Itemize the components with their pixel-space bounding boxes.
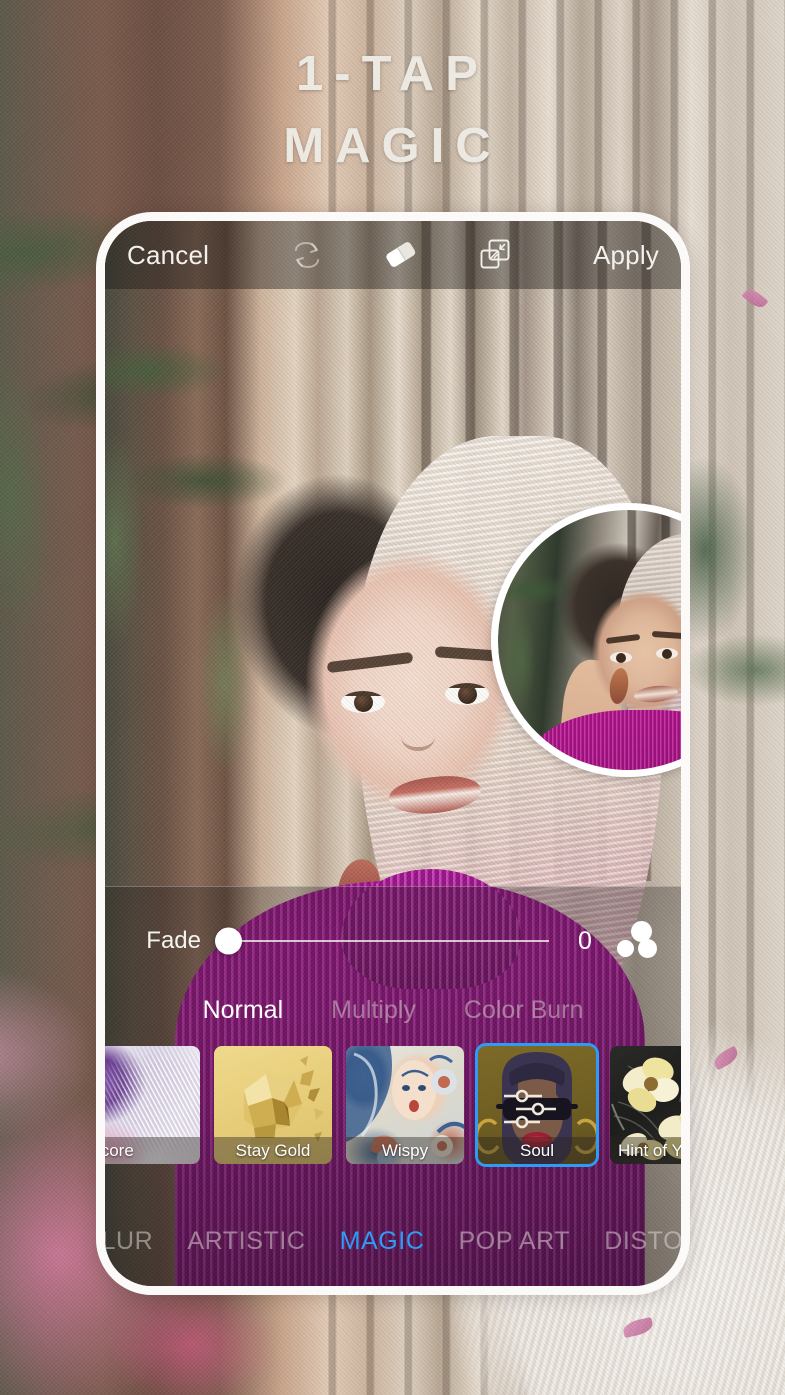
tab-pop-art[interactable]: POP ART <box>459 1227 571 1256</box>
filter-thumb-soul[interactable]: Soul <box>475 1043 599 1167</box>
tab-artistic[interactable]: ARTISTIC <box>187 1227 305 1256</box>
fade-label: Fade <box>146 927 201 954</box>
phone-screen: Cancel Apply Fade 0 Normal Multiply Colo… <box>105 221 681 1286</box>
filter-thumb-pastelcore[interactable]: tcore <box>105 1043 203 1167</box>
fade-slider-knob[interactable] <box>215 927 242 955</box>
preview-eye-right <box>656 648 678 659</box>
filter-label: tcore <box>105 1137 200 1164</box>
editor-toolbar: Cancel Apply <box>105 221 681 289</box>
filter-thumbnail-list[interactable]: tcore <box>105 1043 681 1171</box>
before-after-preview-bubble[interactable] <box>491 503 681 777</box>
blend-mode-row: Normal Multiply Color Burn <box>105 988 681 1032</box>
blend-mode-color-burn[interactable]: Color Burn <box>464 996 584 1025</box>
filter-label: Stay Gold <box>214 1137 332 1164</box>
phone-mockup-frame: Cancel Apply Fade 0 Normal Multiply Colo… <box>96 212 690 1295</box>
filter-category-tabs: BLUR ARTISTIC MAGIC POP ART DISTOR <box>105 1218 681 1264</box>
filter-label: Soul <box>478 1137 596 1164</box>
filter-label: Wispy <box>346 1137 464 1164</box>
fade-slider[interactable] <box>215 926 549 956</box>
tab-distort[interactable]: DISTOR <box>604 1227 681 1256</box>
loop-refresh-icon[interactable] <box>287 235 327 275</box>
preview-eye-left <box>610 652 632 663</box>
tab-magic[interactable]: MAGIC <box>340 1227 425 1256</box>
filter-thumb-hint-of-yellow[interactable]: Hint of Yellow <box>607 1043 681 1167</box>
fade-value: 0 <box>578 926 592 955</box>
editor-control-panel: Fade 0 Normal Multiply Color Burn ore St… <box>105 886 681 1286</box>
filter-thumb-wispy[interactable]: Wispy <box>343 1043 467 1167</box>
cancel-button[interactable]: Cancel <box>127 240 209 271</box>
three-dots-options-icon[interactable] <box>617 921 663 961</box>
apply-button[interactable]: Apply <box>593 240 659 271</box>
fade-slider-row: Fade 0 <box>105 914 681 968</box>
preview-original-photo <box>498 510 681 770</box>
filter-label: Hint of Yellow <box>610 1137 681 1164</box>
mask-transform-icon[interactable] <box>475 235 515 275</box>
fade-slider-track[interactable] <box>228 940 549 942</box>
filter-thumb-stay-gold[interactable]: Stay Gold <box>211 1043 335 1167</box>
blend-mode-multiply[interactable]: Multiply <box>331 996 416 1025</box>
toolbar-icon-group <box>287 235 515 275</box>
blend-mode-normal[interactable]: Normal <box>203 996 284 1025</box>
tab-blur[interactable]: BLUR <box>105 1227 153 1256</box>
eraser-icon[interactable] <box>381 235 421 275</box>
